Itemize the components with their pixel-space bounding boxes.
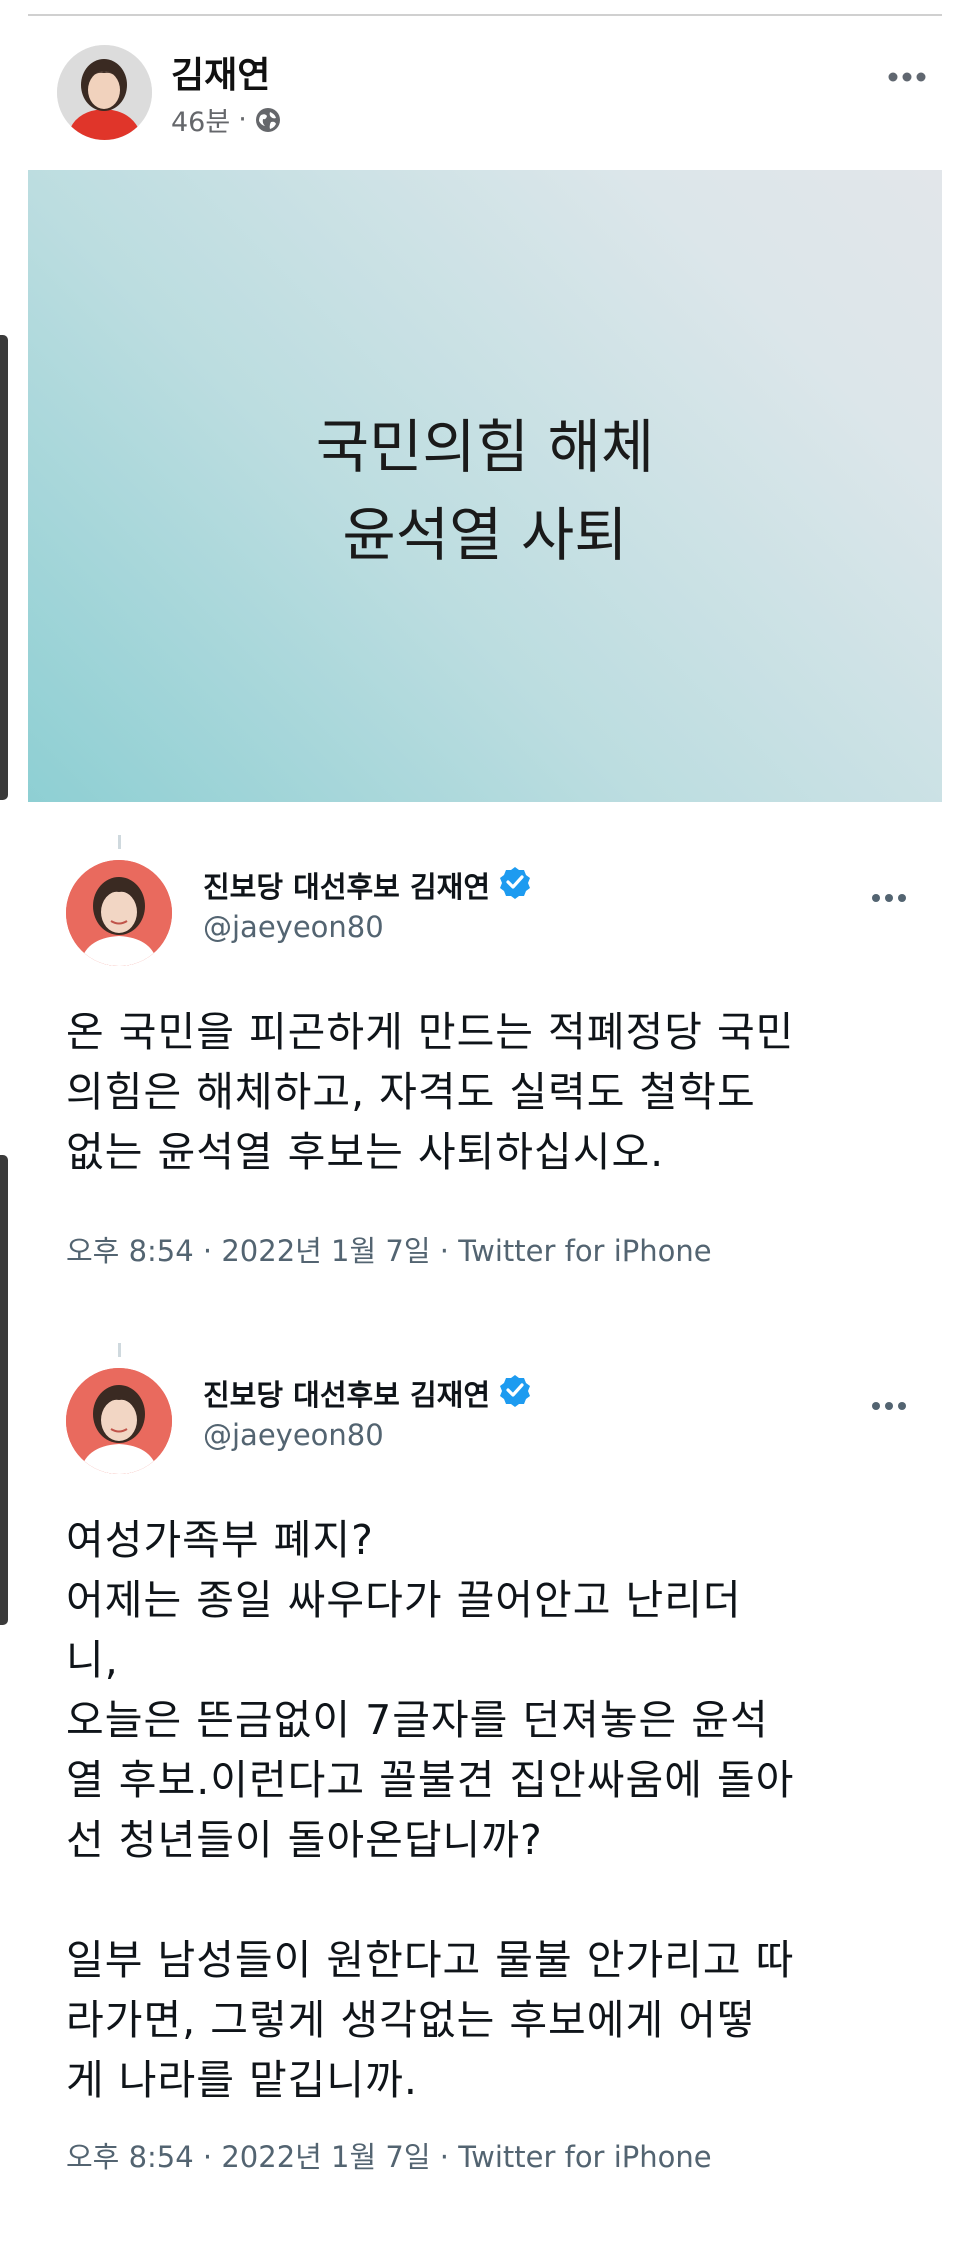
tweet-footer[interactable]: 오후 8:54 · 2022년 1월 7일 · Twitter for iPho… [66,2134,712,2176]
post-image[interactable]: 국민의힘 해체 윤석열 사퇴 [28,170,942,802]
scrollbar-left-bottom[interactable] [0,1155,8,1625]
tweet-author-name[interactable]: 진보당 대선후보 김재연 [203,864,532,906]
thread-line [118,1343,121,1357]
tweet-avatar[interactable] [66,860,172,966]
more-options-icon[interactable] [871,1396,907,1415]
post-header: 김재연 46분 · [57,42,942,142]
post-meta: 46분 · [171,100,281,139]
tweet-handle[interactable]: @jaeyeon80 [203,1418,384,1452]
scrollbar-left-top[interactable] [0,335,8,800]
thread-line [118,835,121,849]
top-divider [28,14,942,16]
tweet-card-2: 진보당 대선후보 김재연 @jaeyeon80 여성가족부 폐지? 어제는 종일… [28,1338,942,2218]
tweet-avatar[interactable] [66,1368,172,1474]
image-text-line-2: 윤석열 사퇴 [342,501,628,569]
tweet-author-name[interactable]: 진보당 대선후보 김재연 [203,1372,532,1414]
tweet-text: 여성가족부 폐지? 어제는 종일 싸우다가 끌어안고 난리더 니, 오늘은 뜬금… [66,1516,795,2104]
image-text-line-1: 국민의힘 해체 [315,413,655,481]
tweet-handle[interactable]: @jaeyeon80 [203,910,384,944]
more-options-icon[interactable] [887,68,927,87]
tweet-text: 온 국민을 피곤하게 만드는 적폐정당 국민 의힘은 해체하고, 자격도 실력도… [66,1008,795,1176]
tweet-author-name-text: 진보당 대선후보 김재연 [203,870,490,904]
verified-badge-icon [498,865,532,906]
more-options-icon[interactable] [871,888,907,907]
verified-badge-icon [498,1373,532,1414]
meta-separator: · [238,104,247,135]
tweet-author-name-text: 진보당 대선후보 김재연 [203,1378,490,1412]
author-name[interactable]: 김재연 [171,46,270,98]
author-avatar[interactable] [57,45,152,140]
tweet-card-1: 진보당 대선후보 김재연 @jaeyeon80 온 국민을 피곤하게 만드는 적… [28,830,942,1280]
tweet-footer[interactable]: 오후 8:54 · 2022년 1월 7일 · Twitter for iPho… [66,1228,712,1270]
post-time[interactable]: 46분 [171,100,230,139]
globe-icon [255,107,281,133]
